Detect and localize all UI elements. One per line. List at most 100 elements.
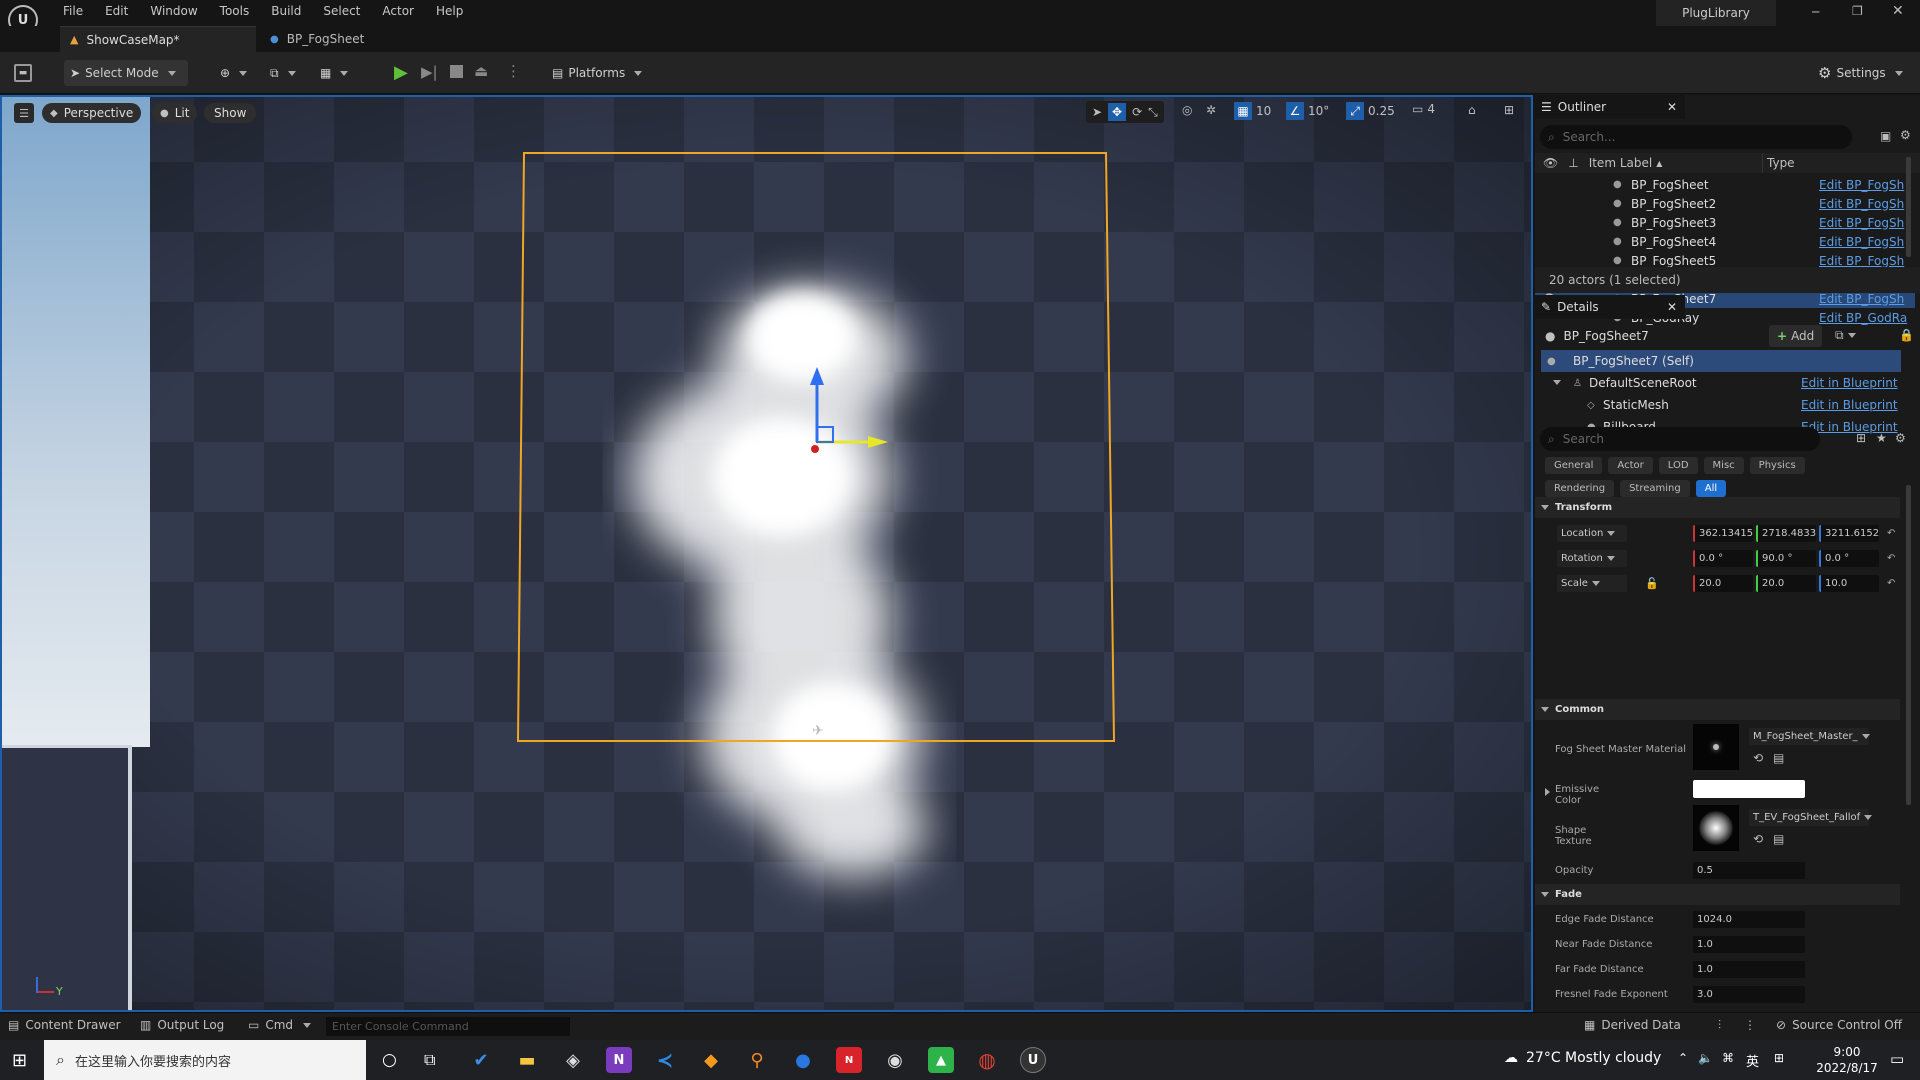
viewport-menu-icon[interactable]: ☰ <box>14 103 34 123</box>
volume-icon[interactable]: 🔈 <box>1698 1051 1713 1065</box>
location-dropdown[interactable]: Location <box>1557 525 1627 542</box>
category-physics[interactable]: Physics <box>1749 457 1805 474</box>
reset-rotation-icon[interactable]: ↶ <box>1887 553 1895 564</box>
tab-asset[interactable]: ● BP_FogSheet <box>266 26 364 52</box>
select-mode-dropdown[interactable]: ➤ Select Mode <box>64 60 188 86</box>
table-view-icon[interactable]: ⊞ <box>1856 431 1866 445</box>
search-tool-icon[interactable]: ⚲ <box>744 1047 770 1073</box>
add-folder-icon[interactable]: ▣ <box>1880 129 1891 143</box>
reset-location-icon[interactable]: ↶ <box>1887 528 1895 539</box>
scale-snap-toggle[interactable]: ⤢ 0.25 <box>1346 102 1395 120</box>
perspective-button[interactable]: ◆ Perspective <box>42 103 142 123</box>
rotation-y[interactable]: 90.0 ° <box>1756 550 1816 567</box>
category-streaming[interactable]: Streaming <box>1620 480 1690 497</box>
outliner-row-type[interactable]: Edit BP_FogSh <box>1819 254 1904 268</box>
grid-snap-toggle[interactable]: ▦ 10 <box>1234 102 1271 120</box>
edit-in-blueprint-link[interactable]: Edit in Blueprint <box>1801 376 1898 390</box>
maximize-viewport-icon[interactable]: ⌂ <box>1468 103 1476 117</box>
keyboard-icon[interactable]: ⊞ <box>1774 1051 1784 1065</box>
item-label-header[interactable]: Item Label <box>1589 156 1653 170</box>
outliner-row-type[interactable]: Edit BP_GodRa <box>1819 311 1907 325</box>
content-drawer-button[interactable]: ▤ Content Drawer <box>8 1018 121 1032</box>
category-lod[interactable]: LOD <box>1658 457 1698 474</box>
pin-icon[interactable]: ⊥ <box>1568 156 1578 170</box>
blueprint-menu-icon[interactable]: ⧉ <box>264 60 302 86</box>
language-indicator[interactable]: 英 <box>1746 1051 1759 1070</box>
visibility-icon[interactable]: 👁 <box>1543 156 1558 170</box>
outliner-search-input[interactable]: ⌕ Search... <box>1540 125 1852 149</box>
favorites-icon[interactable]: ★ <box>1876 431 1887 445</box>
platforms-dropdown[interactable]: ▤ Platforms <box>546 60 648 86</box>
cmd-dropdown[interactable]: ▭ Cmd <box>248 1018 311 1032</box>
derived-data-button[interactable]: ▦ Derived Data <box>1584 1018 1681 1032</box>
tab-map[interactable]: ▲ ShowCaseMap* <box>60 26 256 52</box>
category-all[interactable]: All <box>1695 480 1727 497</box>
category-actor[interactable]: Actor <box>1608 457 1653 474</box>
output-log-button[interactable]: ▥ Output Log <box>140 1018 224 1032</box>
shape-texture-dropdown[interactable]: T_EV_FogSheet_Fallof <box>1749 809 1869 826</box>
outliner-scrollbar[interactable] <box>1906 157 1911 257</box>
github-app-icon[interactable]: ◉ <box>882 1047 908 1073</box>
outliner-row-type[interactable]: Edit BP_FogSh <box>1819 216 1904 230</box>
close-window-icon[interactable]: ✕ <box>1892 3 1904 19</box>
vscode-icon[interactable]: ≺ <box>652 1047 678 1073</box>
category-general[interactable]: General <box>1545 457 1603 474</box>
scale-dropdown[interactable]: Scale <box>1557 575 1627 592</box>
minimize-icon[interactable]: ─ <box>1812 5 1819 19</box>
use-selected-icon[interactable]: ⟲ <box>1753 751 1763 765</box>
close-details-icon[interactable]: ✕ <box>1667 300 1677 314</box>
opacity-field[interactable]: 0.5 <box>1693 862 1805 879</box>
todo-app-icon[interactable]: ✔ <box>468 1047 494 1073</box>
common-section-header[interactable]: Common <box>1535 699 1900 720</box>
location-y[interactable]: 2718.4833 <box>1756 525 1816 542</box>
cortana-icon[interactable]: ○ <box>382 1050 397 1070</box>
location-z[interactable]: 3211.6152 <box>1819 525 1879 542</box>
move-tool-icon[interactable]: ✥ <box>1108 103 1127 121</box>
menu-build[interactable]: Build <box>260 0 312 22</box>
camera-speed-button[interactable]: ▭ 4 <box>1412 102 1435 116</box>
fade-property-field[interactable]: 1024.0 <box>1693 911 1805 928</box>
rotation-z[interactable]: 0.0 ° <box>1819 550 1879 567</box>
source-control-button[interactable]: ⊘ Source Control Off <box>1776 1018 1902 1032</box>
rotation-snap-toggle[interactable]: ∠ 10° <box>1286 102 1329 120</box>
expand-emissive-icon[interactable] <box>1545 788 1550 796</box>
sourcetree-icon[interactable]: ▲ <box>928 1047 954 1073</box>
world-space-icon[interactable]: ◎ <box>1182 103 1192 117</box>
use-selected-icon[interactable]: ⟲ <box>1753 832 1763 846</box>
scale-tool-icon[interactable]: ⤡ <box>1148 105 1158 120</box>
windows-start-icon[interactable]: ⊞ <box>12 1050 27 1071</box>
revision-control-icon[interactable]: ⫶ <box>1718 1018 1721 1033</box>
lit-button[interactable]: ● Lit <box>152 103 198 123</box>
rotate-tool-icon[interactable]: ⟳ <box>1132 105 1142 119</box>
file-explorer-icon[interactable]: ▬ <box>514 1047 540 1073</box>
unity-app-icon[interactable]: ◈ <box>560 1047 586 1073</box>
blender-app-icon[interactable]: ◆ <box>698 1047 724 1073</box>
scale-x[interactable]: 20.0 <box>1693 575 1753 592</box>
weather-widget[interactable]: ☁ 27°C Mostly cloudy <box>1504 1050 1661 1066</box>
emissive-color-swatch[interactable] <box>1693 780 1805 798</box>
scale-z[interactable]: 10.0 <box>1819 575 1879 592</box>
blueprint-options-icon[interactable]: ⧉ <box>1835 328 1856 343</box>
browse-icon[interactable]: ▤ <box>1773 751 1784 765</box>
fade-property-field[interactable]: 1.0 <box>1693 961 1805 978</box>
details-tab[interactable]: ✎ Details ✕ <box>1535 295 1685 319</box>
reset-scale-icon[interactable]: ↶ <box>1887 578 1895 589</box>
collapse-icon[interactable] <box>1553 380 1561 385</box>
console-input[interactable]: Enter Console Command <box>326 1017 570 1036</box>
cinematics-icon[interactable]: ▦ <box>314 60 354 86</box>
surface-snap-icon[interactable]: ✲ <box>1206 103 1216 117</box>
viewport-layout-icon[interactable]: ⊞ <box>1504 103 1514 117</box>
taskbar-search-input[interactable]: ⌕ 在这里输入你要搜索的内容 <box>44 1040 366 1080</box>
restore-icon[interactable]: ❐ <box>1852 4 1863 18</box>
level-viewport[interactable]: ✈ ☰ ◆ Perspective ● Lit Show ➤ ✥ ⟳ ⤡ ◎ ✲… <box>0 95 1533 1012</box>
outliner-row[interactable]: ● BP_FogSheet Edit BP_FogSh <box>1535 175 1915 194</box>
category-rendering[interactable]: Rendering <box>1545 480 1615 497</box>
fade-section-header[interactable]: Fade <box>1535 884 1900 905</box>
step-icon[interactable]: ▶| <box>421 63 438 81</box>
rotation-dropdown[interactable]: Rotation <box>1557 550 1627 567</box>
edit-in-blueprint-link[interactable]: Edit in Blueprint <box>1801 398 1898 412</box>
save-icon[interactable]: ▬ <box>14 64 32 82</box>
unreal-taskbar-icon[interactable]: U <box>1020 1047 1046 1073</box>
status-more-icon[interactable]: ⋮ <box>1744 1018 1756 1032</box>
outliner-row-type[interactable]: Edit BP_FogSh <box>1819 178 1904 192</box>
